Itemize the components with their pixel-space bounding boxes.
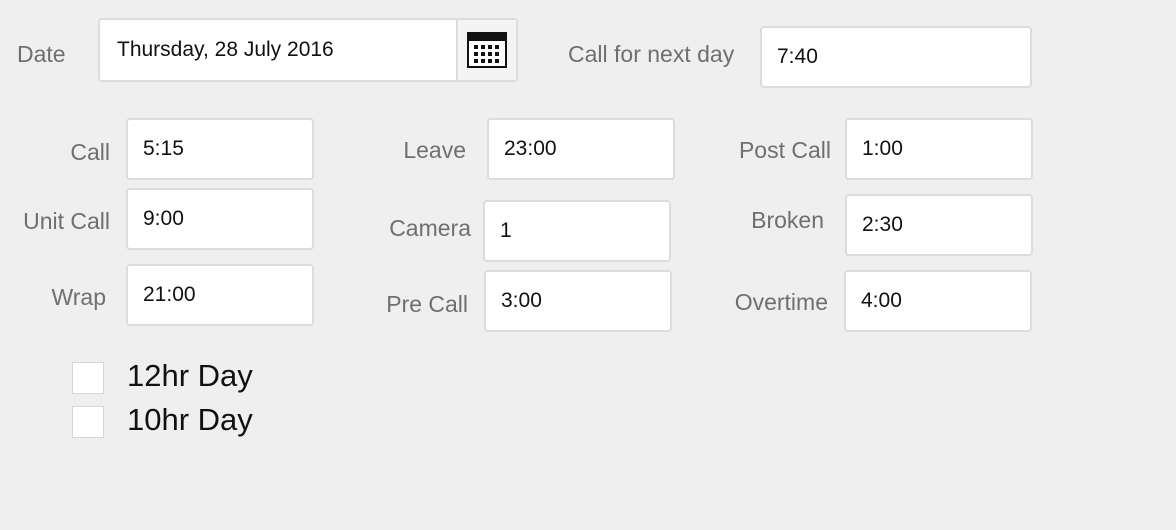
call-input[interactable] bbox=[126, 118, 314, 180]
post-call-input[interactable] bbox=[845, 118, 1033, 180]
wrap-label: Wrap bbox=[51, 284, 106, 310]
date-picker: Thursday, 28 July 2016 bbox=[98, 18, 518, 82]
date-value[interactable]: Thursday, 28 July 2016 bbox=[100, 20, 456, 80]
unit-call-label: Unit Call bbox=[23, 208, 110, 234]
camera-input[interactable] bbox=[483, 200, 671, 262]
next-day-call-label: Call for next day bbox=[568, 41, 735, 67]
camera-label: Camera bbox=[389, 215, 471, 241]
unit-call-input[interactable] bbox=[126, 188, 314, 250]
overtime-label: Overtime bbox=[734, 289, 828, 315]
calendar-button[interactable] bbox=[456, 20, 516, 80]
call-label: Call bbox=[70, 139, 110, 165]
next-day-call-input[interactable] bbox=[760, 26, 1032, 88]
pre-call-label: Pre Call bbox=[386, 291, 468, 317]
12hr-day-label: 12hr Day bbox=[127, 358, 253, 393]
wrap-input[interactable] bbox=[126, 264, 314, 326]
leave-input[interactable] bbox=[487, 118, 675, 180]
pre-call-input[interactable] bbox=[484, 270, 672, 332]
overtime-input[interactable] bbox=[844, 270, 1032, 332]
12hr-day-checkbox[interactable] bbox=[72, 362, 104, 394]
post-call-label: Post Call bbox=[738, 137, 831, 163]
calendar-icon bbox=[467, 32, 507, 68]
10hr-day-label: 10hr Day bbox=[127, 402, 253, 437]
date-label: Date bbox=[17, 41, 66, 67]
broken-input[interactable] bbox=[845, 194, 1033, 256]
leave-label: Leave bbox=[403, 137, 466, 163]
10hr-day-checkbox[interactable] bbox=[72, 406, 104, 438]
broken-label: Broken bbox=[751, 207, 824, 233]
